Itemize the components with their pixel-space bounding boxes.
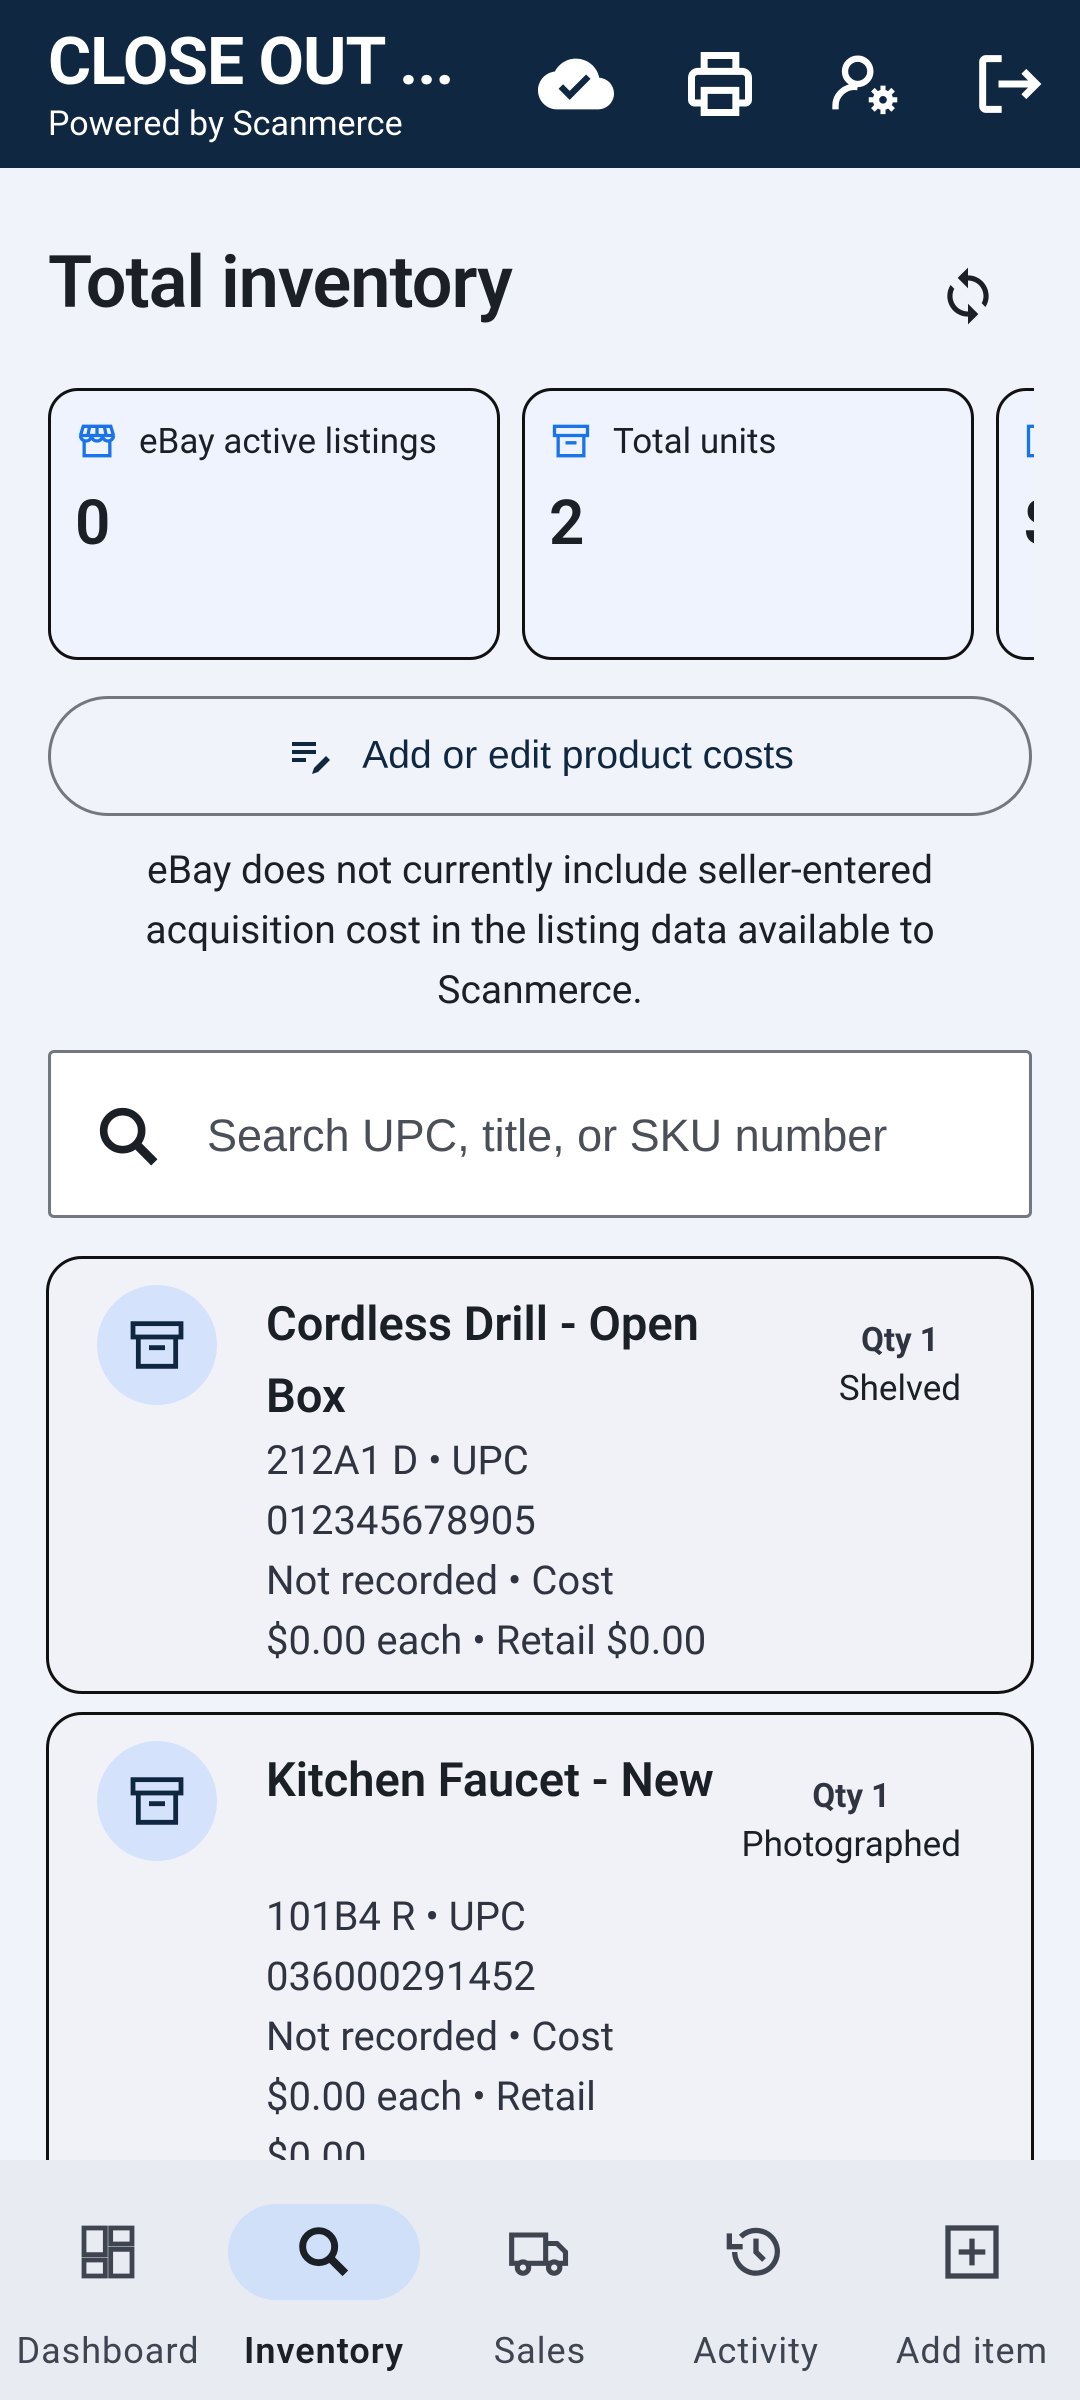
edit-note-icon bbox=[292, 742, 331, 774]
inventory-list[interactable]: Cordless Drill - Open Box 212A1 D • UPC … bbox=[0, 1256, 1080, 2160]
nav-item-add-item[interactable]: Add item bbox=[864, 2160, 1080, 2400]
item-quantity: Qty 1 Photographed bbox=[741, 1777, 962, 1865]
stats-carousel[interactable]: eBay active listings 0 Total units 2 $ bbox=[48, 388, 1034, 662]
stat-value: 2 bbox=[549, 487, 585, 560]
item-meta: 101B4 R • UPC 036000291452 Not recorded … bbox=[266, 1893, 614, 2160]
search-input[interactable] bbox=[207, 1093, 1007, 1179]
search-field[interactable] bbox=[48, 1050, 1032, 1218]
stat-label: Total units bbox=[613, 421, 777, 462]
archive-icon bbox=[97, 1741, 217, 1861]
manage-accounts-icon[interactable] bbox=[820, 40, 908, 128]
add-box-icon bbox=[945, 2225, 999, 2279]
page-title: Total inventory bbox=[48, 240, 513, 325]
nav-item-activity[interactable]: Activity bbox=[648, 2160, 864, 2400]
dashboard-icon bbox=[81, 2225, 135, 2279]
edit-product-costs-button[interactable]: Add or edit product costs bbox=[48, 696, 1032, 816]
app-title: CLOSE OUT ... bbox=[48, 24, 454, 101]
ebay-cost-note: eBay does not currently include seller-e… bbox=[145, 847, 935, 1013]
refresh-icon[interactable] bbox=[920, 248, 1016, 344]
nav-item-inventory[interactable]: Inventory bbox=[216, 2160, 432, 2400]
app-subtitle: Powered by Scanmerce bbox=[48, 104, 403, 144]
search-icon bbox=[99, 1107, 158, 1166]
nav-label: Dashboard bbox=[16, 2330, 200, 2372]
app-bar: CLOSE OUT ... Powered by Scanmerce bbox=[0, 0, 1080, 168]
partial-icon bbox=[1026, 424, 1034, 458]
nav-item-dashboard[interactable]: Dashboard bbox=[0, 2160, 216, 2400]
button-label: Add or edit product costs bbox=[362, 734, 794, 777]
search-icon bbox=[299, 2227, 349, 2277]
item-title: Kitchen Faucet - New bbox=[266, 1753, 714, 1808]
nav-label: Inventory bbox=[244, 2330, 404, 2372]
nav-label: Add item bbox=[895, 2330, 1049, 2372]
history-icon bbox=[726, 2227, 780, 2276]
status-label: Photographed bbox=[741, 1824, 962, 1865]
item-quantity: Qty 1 Shelved bbox=[838, 1321, 961, 1409]
stat-card-partial[interactable]: $ bbox=[996, 388, 1034, 660]
logout-icon[interactable] bbox=[964, 40, 1052, 128]
archive-icon bbox=[97, 1285, 217, 1405]
cloud-done-icon[interactable] bbox=[532, 40, 620, 128]
bottom-navigation: Dashboard Inventory Sales Activity Add i… bbox=[0, 2160, 1080, 2400]
nav-item-sales[interactable]: Sales bbox=[432, 2160, 648, 2400]
nav-label: Activity bbox=[693, 2330, 819, 2372]
list-item[interactable]: Kitchen Faucet - New 101B4 R • UPC 03600… bbox=[46, 1712, 1034, 2160]
stat-card-ebay-listings[interactable]: eBay active listings 0 bbox=[48, 388, 500, 660]
nav-label: Sales bbox=[493, 2330, 587, 2372]
stat-value: 0 bbox=[75, 487, 111, 560]
archive-icon bbox=[552, 424, 590, 458]
truck-icon bbox=[509, 2232, 569, 2276]
item-title: Cordless Drill - Open Box bbox=[266, 1297, 699, 1424]
item-meta: 212A1 D • UPC 012345678905 Not recorded … bbox=[266, 1437, 707, 1664]
print-icon[interactable] bbox=[676, 40, 764, 128]
status-label: Shelved bbox=[838, 1368, 961, 1409]
stat-value: $ bbox=[1023, 487, 1034, 560]
stat-label: eBay active listings bbox=[139, 421, 437, 462]
storefront-icon bbox=[78, 424, 116, 458]
stat-card-total-units[interactable]: Total units 2 bbox=[522, 388, 974, 660]
list-item[interactable]: Cordless Drill - Open Box 212A1 D • UPC … bbox=[46, 1256, 1034, 1694]
